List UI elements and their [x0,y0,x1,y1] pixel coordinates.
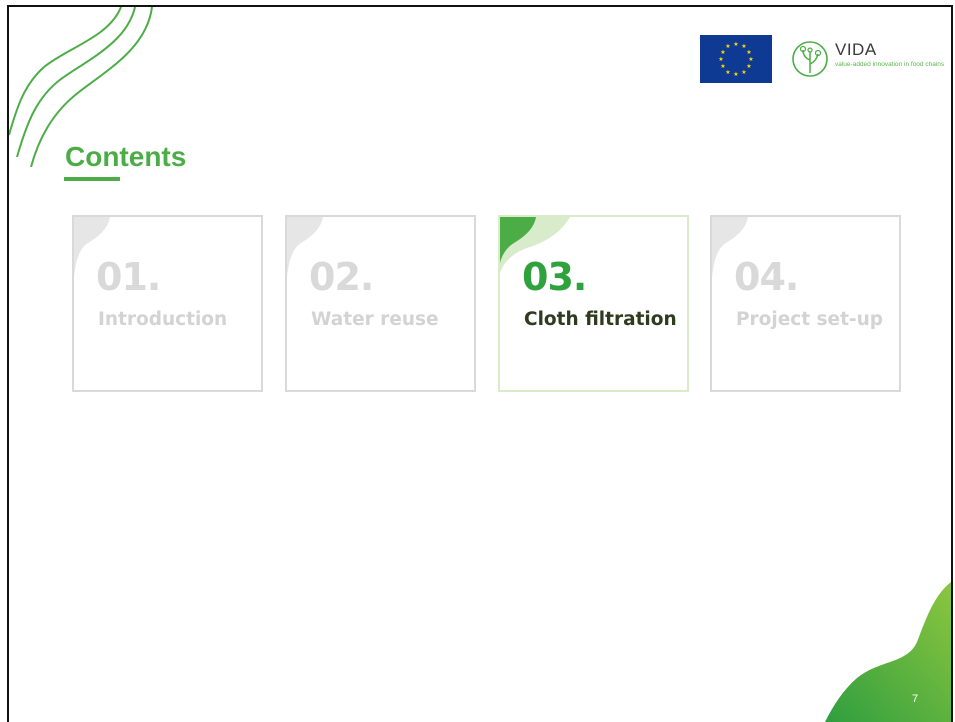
corner-leaf-decoration [825,582,951,722]
svg-text:★: ★ [746,49,751,56]
card-label: Project set-up [736,309,884,330]
contents-card-water-reuse[interactable]: 02. Water reuse [285,215,476,392]
contents-card-introduction[interactable]: 01. Introduction [72,215,263,392]
vida-logo: VIDA value-added innovation in food chai… [791,40,951,84]
card-label: Introduction [98,309,228,330]
card-number: 02. [309,255,374,299]
eu-flag-logo: ★ ★ ★ ★ ★ ★ ★ ★ ★ ★ ★ ★ [700,35,772,83]
card-number: 04. [734,255,799,299]
card-label: Water reuse [311,309,439,330]
svg-text:★: ★ [733,71,738,78]
card-number: 01. [96,255,161,299]
svg-text:★: ★ [741,69,746,76]
svg-text:★: ★ [718,56,723,63]
svg-text:★: ★ [725,69,730,76]
page-number: 7 [912,693,919,705]
svg-text:★: ★ [746,63,751,70]
vida-tagline: value-added innovation in food chains [835,61,945,68]
card-number: 03. [522,255,587,299]
card-label: Cloth filtration [524,309,677,330]
svg-text:★: ★ [720,49,725,56]
slide: ★ ★ ★ ★ ★ ★ ★ ★ ★ ★ ★ ★ VIDA value-added [7,5,953,722]
svg-text:★: ★ [748,56,753,63]
svg-text:★: ★ [725,43,730,50]
leaf-decoration [500,217,570,273]
contents-card-project-setup[interactable]: 04. Project set-up [710,215,901,392]
vida-tree-icon [792,41,828,77]
title-underline [64,177,120,181]
vida-name: VIDA [835,40,877,59]
page-title: Contents [65,141,187,172]
contents-card-cloth-filtration[interactable]: 03. Cloth filtration [498,215,689,392]
svg-text:★: ★ [733,41,738,48]
svg-text:★: ★ [720,63,725,70]
